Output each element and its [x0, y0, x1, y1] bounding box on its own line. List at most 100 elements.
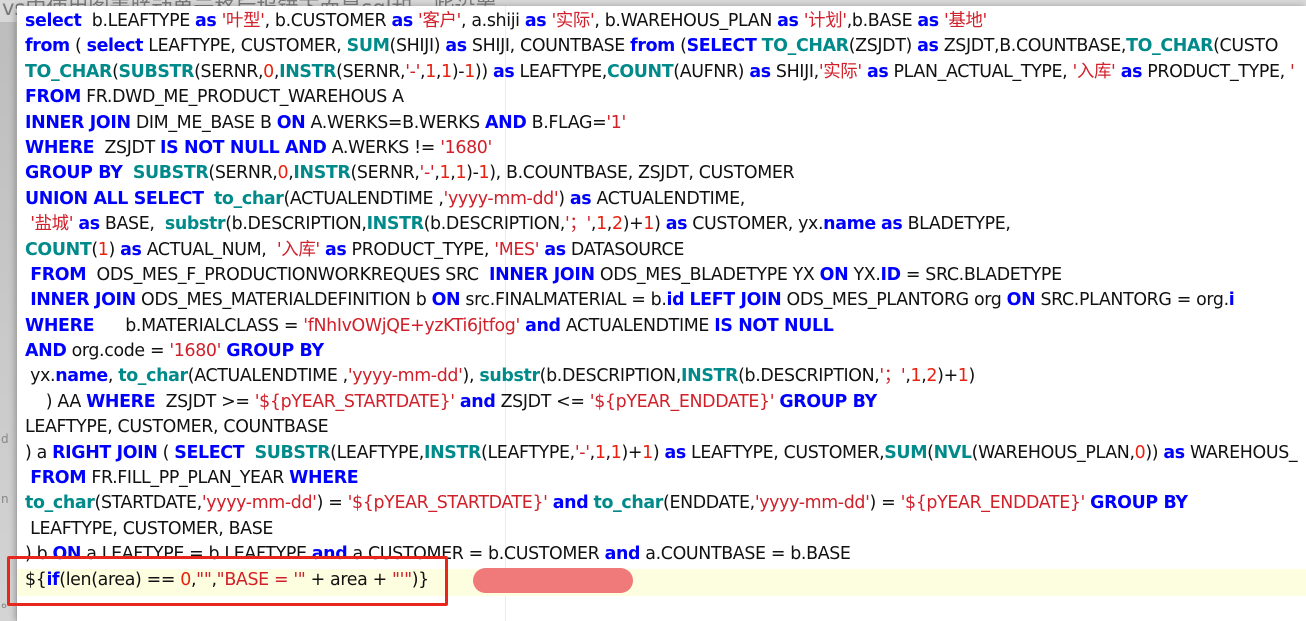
- code-token: 1: [910, 366, 922, 387]
- code-token: (: [69, 36, 87, 57]
- code-token: ): [654, 214, 666, 235]
- code-token: to_char: [118, 366, 188, 387]
- code-line[interactable]: FROM FR.FILL_PP_PLAN_YEAR WHERE: [25, 466, 1297, 491]
- code-token: SUBSTR: [132, 163, 209, 184]
- code-token: GROUP BY: [25, 163, 123, 184]
- code-token: ID: [880, 264, 902, 285]
- code-token: '；': [879, 366, 906, 387]
- code-token: )+: [622, 214, 644, 235]
- code-line[interactable]: COUNT(1) as ACTUAL_NUM, '入库' as PRODUCT_…: [25, 238, 1297, 263]
- code-line[interactable]: TO_CHAR(SUBSTR(SERNR,0,INSTR(SERNR,'-',1…: [25, 60, 1297, 85]
- sql-code[interactable]: select b.LEAFTYPE as '叶型', b.CUSTOMER as…: [25, 9, 1298, 593]
- code-token: b.LEAFTYPE: [81, 11, 196, 31]
- code-token: )): [1145, 442, 1164, 463]
- code-line[interactable]: LEAFTYPE, CUSTOMER, COUNTBASE: [25, 415, 1297, 440]
- code-token: LEFT JOIN: [689, 290, 782, 311]
- code-line[interactable]: INNER JOIN ODS_MES_MATERIALDEFINITION b …: [25, 288, 1297, 313]
- code-token: 'yyyy-mm-dd': [754, 493, 870, 514]
- code-token: '-': [574, 442, 590, 463]
- code-token: ) =: [316, 493, 348, 514]
- code-token: '盐城': [30, 214, 74, 235]
- code-token: TO_CHAR: [1126, 36, 1214, 57]
- code-token: 2: [926, 366, 938, 387]
- code-token: TO_CHAR: [761, 36, 849, 57]
- code-line[interactable]: LEAFTYPE, CUSTOMER, BASE: [25, 517, 1297, 542]
- code-token: )-: [466, 163, 479, 184]
- code-token: ZSJDT,B.COUNTBASE,: [938, 36, 1127, 57]
- code-token: FR.DWD_ME_PRODUCT_WAREHOUS A: [80, 87, 404, 108]
- code-line[interactable]: AND org.code = '1680' GROUP BY: [25, 339, 1297, 364]
- code-token: and: [604, 544, 641, 565]
- code-token: IS NOT NULL: [714, 315, 834, 336]
- code-token: as: [665, 214, 688, 235]
- code-token: as: [78, 214, 100, 235]
- code-token: 1: [425, 61, 436, 82]
- sql-editor[interactable]: select b.LEAFTYPE as '叶型', b.CUSTOMER as…: [17, 6, 1306, 621]
- code-line[interactable]: GROUP BY SUBSTR(SERNR,0,INSTR(SERNR,'-',…: [25, 161, 1297, 186]
- code-token: id: [666, 290, 685, 311]
- code-token: WHERE: [86, 391, 156, 412]
- code-token: substr: [479, 366, 540, 387]
- code-token: '叶型': [221, 11, 265, 31]
- code-token: as: [195, 11, 217, 31]
- code-token: 'yyyy-mm-dd': [443, 188, 559, 209]
- code-token: INNER JOIN: [489, 264, 595, 285]
- code-token: SUBSTR: [254, 442, 331, 463]
- code-token: SUM: [884, 442, 928, 463]
- code-token: COUNT: [25, 239, 92, 260]
- code-token: INSTR: [293, 163, 351, 184]
- code-line[interactable]: select b.LEAFTYPE as '叶型', b.CUSTOMER as…: [25, 9, 1297, 34]
- code-token: ZSJDT >=: [155, 391, 255, 412]
- code-line[interactable]: WHERE ZSJDT IS NOT NULL AND A.WERKS != '…: [25, 136, 1297, 161]
- code-token: )+: [621, 442, 643, 463]
- code-token: )-: [451, 61, 465, 82]
- code-token: 1: [97, 239, 109, 260]
- code-token: 1: [439, 163, 451, 184]
- code-token: '${pYEAR_STARTDATE}': [254, 391, 455, 412]
- code-line[interactable]: UNION ALL SELECT to_char(ACTUALENDTIME ,…: [25, 187, 1297, 212]
- code-token: (b.DESCRIPTION,: [539, 366, 682, 387]
- code-token: ), B.COUNTBASE, ZSJDT, CUSTOMER: [489, 163, 795, 184]
- code-token: 1: [642, 442, 653, 463]
- code-line[interactable]: FROM FR.DWD_ME_PRODUCT_WAREHOUS A: [25, 85, 1297, 110]
- code-token: SELECT: [686, 36, 757, 57]
- code-line[interactable]: INNER JOIN DIM_ME_BASE B ON A.WERKS=B.WE…: [25, 111, 1297, 136]
- code-token: BASE,: [99, 214, 165, 235]
- code-token: TO_CHAR: [25, 61, 113, 82]
- code-line[interactable]: from ( select LEAFTYPE, CUSTOMER, SUM(SH…: [25, 34, 1297, 59]
- code-token: (ACTUALENDTIME ,: [187, 366, 348, 387]
- code-token: name: [55, 366, 108, 387]
- code-token: SUM: [346, 36, 390, 57]
- code-line[interactable]: WHERE b.MATERIALCLASS = 'fNhIvOWjQE+yzKT…: [25, 314, 1297, 339]
- code-token: (ENDDATE,: [663, 493, 755, 514]
- code-token: select: [25, 11, 82, 31]
- code-token: as: [917, 36, 939, 57]
- code-line[interactable]: FROM ODS_MES_F_PRODUCTIONWORKREQUES SRC …: [25, 263, 1297, 288]
- code-line[interactable]: to_char(STARTDATE,'yyyy-mm-dd') = '${pYE…: [25, 491, 1297, 516]
- code-token: as: [569, 188, 592, 209]
- code-token: src.FINALMATERIAL = b.: [460, 290, 667, 311]
- code-token: GROUP BY: [226, 341, 324, 362]
- code-token: PRODUCT_TYPE,: [346, 239, 495, 260]
- code-line[interactable]: ) AA WHERE ZSJDT >= '${pYEAR_STARTDATE}'…: [25, 390, 1297, 415]
- code-token: INSTR: [423, 442, 482, 463]
- code-token: 1: [478, 163, 490, 184]
- code-token: IS NOT NULL AND: [160, 137, 327, 158]
- code-token: LEAFTYPE, CUSTOMER,: [143, 36, 347, 57]
- code-line[interactable]: yx.name, to_char(ACTUALENDTIME ,'yyyy-mm…: [25, 364, 1297, 389]
- code-token: ACTUALENDTIME: [560, 315, 715, 336]
- code-token: 'MES': [494, 239, 540, 260]
- code-token: 1: [441, 61, 452, 82]
- code-line[interactable]: ) a RIGHT JOIN ( SELECT SUBSTR(LEAFTYPE,…: [25, 441, 1298, 466]
- code-line[interactable]: '盐城' as BASE, substr(b.DESCRIPTION,INSTR…: [25, 212, 1297, 237]
- code-token: ACTUAL_NUM,: [141, 239, 277, 260]
- code-token: to_char: [25, 493, 95, 514]
- code-token: (: [674, 36, 687, 57]
- code-token: '${pYEAR_ENDDATE}': [900, 493, 1086, 514]
- code-token: SELECT: [174, 442, 245, 463]
- code-token: select: [86, 36, 144, 57]
- code-token: ACTUALENDTIME,: [591, 188, 745, 209]
- code-token: (ACTUALENDTIME ,: [283, 188, 444, 209]
- code-token: to_char: [213, 188, 284, 209]
